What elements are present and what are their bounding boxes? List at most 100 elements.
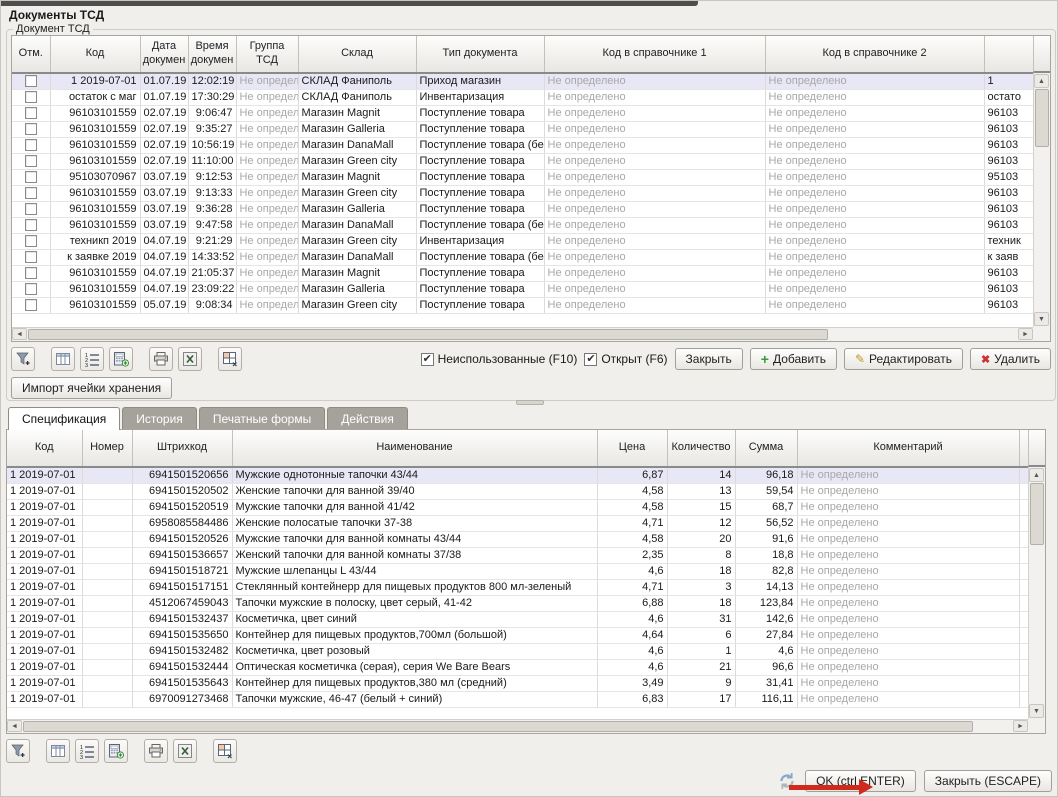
horizontal-scrollbar[interactable]: ◄ ►	[7, 719, 1028, 733]
col-header-price[interactable]: Цена	[597, 430, 667, 467]
table-row[interactable]: 9610310155902.07.199:35:27Не определеМаг…	[12, 121, 1035, 137]
col-header-date[interactable]: Дата докумен	[140, 36, 188, 73]
vertical-scrollbar[interactable]: ▲ ▼	[1033, 73, 1050, 327]
table-row[interactable]: 1 2019-07-016958085584486Женские полосат…	[7, 515, 1030, 531]
table-row[interactable]: 1 2019-07-016941501532437Косметичка, цве…	[7, 611, 1030, 627]
table-row[interactable]: 9610310155903.07.199:47:58Не определеМаг…	[12, 217, 1035, 233]
col-header-barcode[interactable]: Штрихкод	[132, 430, 232, 467]
table-row[interactable]: 1 2019-07-016941501520519Мужские тапочки…	[7, 499, 1030, 515]
table-row[interactable]: 9610310155904.07.1921:05:37Не определеМа…	[12, 265, 1035, 281]
col-header-ref1[interactable]: Код в справочнике 1	[544, 36, 765, 73]
row-checkbox[interactable]	[25, 91, 37, 103]
table-row[interactable]: 1 2019-07-016970091273468Тапочки мужские…	[7, 691, 1030, 707]
table-cell-icon[interactable]	[218, 347, 242, 371]
table-cell-icon[interactable]	[213, 739, 237, 763]
excel-export-icon[interactable]	[173, 739, 197, 763]
scroll-right-icon[interactable]: ►	[1018, 328, 1033, 340]
columns-icon[interactable]	[51, 347, 75, 371]
numbered-list-icon[interactable]: 123	[80, 347, 104, 371]
filter-add-icon[interactable]	[11, 347, 35, 371]
scroll-right-icon[interactable]: ►	[1013, 720, 1028, 732]
horizontal-scrollbar[interactable]: ◄ ►	[12, 327, 1033, 341]
columns-icon[interactable]	[46, 739, 70, 763]
table-row[interactable]: 1 2019-07-016941501520656Мужские однотон…	[7, 467, 1030, 483]
table-row[interactable]: 9610310155902.07.1911:10:00Не определеМа…	[12, 153, 1035, 169]
import-storage-cells-button[interactable]: Импорт ячейки хранения	[11, 377, 172, 399]
col-header-doc-type[interactable]: Тип документа	[416, 36, 544, 73]
col-header-comment[interactable]: Комментарий	[797, 430, 1019, 467]
table-row[interactable]: техникп 201904.07.199:21:29Не определеМа…	[12, 233, 1035, 249]
edit-button[interactable]: ✎Редактировать	[844, 348, 963, 370]
table-row[interactable]: 9510307096703.07.199:12:53Не определеМаг…	[12, 169, 1035, 185]
checkbox-checked-icon[interactable]	[421, 353, 434, 366]
table-row[interactable]: 1 2019-07-0101.07.1912:02:19Не определеС…	[12, 73, 1035, 89]
row-checkbox[interactable]	[25, 107, 37, 119]
add-button[interactable]: +Добавить	[750, 348, 837, 370]
row-checkbox[interactable]	[25, 155, 37, 167]
row-checkbox[interactable]	[25, 251, 37, 263]
col-header-warehouse[interactable]: Склад	[298, 36, 416, 73]
print-icon[interactable]	[149, 347, 173, 371]
table-row[interactable]: 1 2019-07-016941501532444Оптическая косм…	[7, 659, 1030, 675]
table-row[interactable]: 9610310155903.07.199:13:33Не определеМаг…	[12, 185, 1035, 201]
splitter-handle[interactable]	[6, 400, 1054, 406]
filter-open-toggle[interactable]: Открыт (F6)	[584, 352, 667, 366]
table-row[interactable]: 1 2019-07-014512067459043Тапочки мужские…	[7, 595, 1030, 611]
row-checkbox[interactable]	[25, 187, 37, 199]
splitter-grip-icon[interactable]	[516, 400, 544, 405]
ok-button[interactable]: OK (ctrl ENTER)	[805, 770, 916, 792]
row-checkbox[interactable]	[25, 235, 37, 247]
table-row[interactable]: 1 2019-07-016941501536657Женский тапочки…	[7, 547, 1030, 563]
table-row[interactable]: 9610310155905.07.199:08:34Не определеМаг…	[12, 297, 1035, 313]
table-row[interactable]: 9610310155902.07.1910:56:19Не определеМа…	[12, 137, 1035, 153]
row-checkbox[interactable]	[25, 283, 37, 295]
table-row[interactable]: 1 2019-07-016941501532482Косметичка, цве…	[7, 643, 1030, 659]
scroll-down-icon[interactable]: ▼	[1029, 704, 1044, 718]
close-dialog-button[interactable]: Закрыть (ESCAPE)	[924, 770, 1052, 792]
table-row[interactable]: 1 2019-07-016941501517151Стеклянный конт…	[7, 579, 1030, 595]
filter-unused-toggle[interactable]: Неиспользованные (F10)	[421, 352, 578, 366]
calculator-add-icon[interactable]	[104, 739, 128, 763]
row-checkbox[interactable]	[25, 139, 37, 151]
col-header-name[interactable]: Наименование	[232, 430, 597, 467]
col-header-group[interactable]: Группа ТСД	[236, 36, 298, 73]
scroll-left-icon[interactable]: ◄	[7, 720, 22, 732]
col-header-qty[interactable]: Количество	[667, 430, 735, 467]
scroll-left-icon[interactable]: ◄	[12, 328, 27, 340]
scrollbar-thumb[interactable]	[1030, 483, 1044, 545]
tab-actions[interactable]: Действия	[327, 407, 408, 429]
row-checkbox[interactable]	[25, 171, 37, 183]
print-icon[interactable]	[144, 739, 168, 763]
table-row[interactable]: 1 2019-07-016941501520526Мужские тапочки…	[7, 531, 1030, 547]
tab-print-forms[interactable]: Печатные формы	[199, 407, 325, 429]
table-row[interactable]: 9610310155903.07.199:36:28Не определеМаг…	[12, 201, 1035, 217]
table-row[interactable]: 1 2019-07-016941501535650Контейнер для п…	[7, 627, 1030, 643]
table-row[interactable]: 9610310155902.07.199:06:47Не определеМаг…	[12, 105, 1035, 121]
refresh-icon[interactable]	[777, 771, 797, 791]
scrollbar-thumb[interactable]	[1035, 89, 1049, 147]
table-row[interactable]: 1 2019-07-016941501518721Мужские шлепанц…	[7, 563, 1030, 579]
close-button[interactable]: Закрыть	[675, 348, 743, 370]
col-header-time[interactable]: Время докумен	[188, 36, 236, 73]
table-row[interactable]: остаток с маг01.07.1917:30:29Не определе…	[12, 89, 1035, 105]
table-row[interactable]: 1 2019-07-016941501520502Женские тапочки…	[7, 483, 1030, 499]
row-checkbox[interactable]	[25, 267, 37, 279]
checkbox-checked-icon[interactable]	[584, 353, 597, 366]
filter-add-icon[interactable]	[6, 739, 30, 763]
col-header-number[interactable]: Номер	[82, 430, 132, 467]
tab-specification[interactable]: Спецификация	[8, 407, 120, 430]
delete-button[interactable]: ✖Удалить	[970, 348, 1051, 370]
scroll-down-icon[interactable]: ▼	[1034, 312, 1049, 326]
vertical-scrollbar[interactable]: ▲ ▼	[1028, 467, 1045, 719]
col-header-code[interactable]: Код	[7, 430, 82, 467]
col-header-mark[interactable]: Отм.	[12, 36, 50, 73]
scrollbar-thumb[interactable]	[23, 721, 973, 732]
row-checkbox[interactable]	[25, 75, 37, 87]
col-header-sum[interactable]: Сумма	[735, 430, 797, 467]
table-row[interactable]: к заявке 201904.07.1914:33:52Не определе…	[12, 249, 1035, 265]
calculator-add-icon[interactable]	[109, 347, 133, 371]
numbered-list-icon[interactable]: 123	[75, 739, 99, 763]
row-checkbox[interactable]	[25, 203, 37, 215]
tab-history[interactable]: История	[122, 407, 197, 429]
row-checkbox[interactable]	[25, 123, 37, 135]
